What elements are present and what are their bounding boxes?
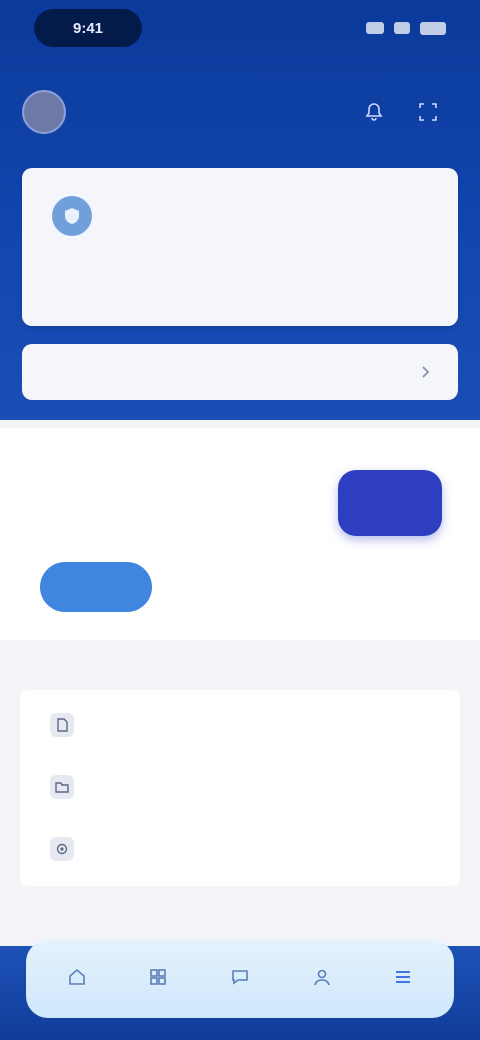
home-icon — [65, 965, 89, 989]
list-item[interactable] — [20, 818, 460, 880]
search-bar[interactable] — [22, 344, 458, 400]
scan-icon[interactable] — [416, 100, 440, 124]
avatar[interactable] — [22, 90, 66, 134]
list-item[interactable] — [20, 756, 460, 818]
status-time: 9:41 — [34, 9, 142, 47]
promo-cta-button[interactable] — [40, 562, 152, 612]
chat-icon — [228, 965, 252, 989]
shield-icon — [52, 196, 92, 236]
header-actions — [362, 100, 440, 124]
chevron-right-icon — [414, 361, 436, 383]
promo-banner — [0, 428, 480, 640]
menu-icon — [391, 965, 415, 989]
account-card[interactable] — [22, 168, 458, 326]
folder-icon — [50, 775, 74, 799]
shortcut-list — [20, 690, 460, 886]
list-item[interactable] — [20, 694, 460, 756]
tab-menu[interactable] — [373, 949, 433, 1009]
status-bar: 9:41 — [0, 0, 480, 56]
grid-icon — [146, 965, 170, 989]
notification-bell-icon[interactable] — [362, 100, 386, 124]
user-icon — [310, 965, 334, 989]
profile-header — [22, 84, 458, 140]
tab-chat[interactable] — [210, 949, 270, 1009]
bottom-tab-bar — [26, 940, 454, 1018]
tab-grid[interactable] — [128, 949, 188, 1009]
signal-icon — [366, 22, 384, 34]
battery-icon — [420, 21, 446, 35]
document-icon — [50, 713, 74, 737]
tab-home[interactable] — [47, 949, 107, 1009]
tab-user[interactable] — [292, 949, 352, 1009]
settings-icon — [50, 837, 74, 861]
wifi-icon — [394, 22, 410, 34]
status-icons — [366, 21, 446, 35]
promo-illustration — [338, 470, 442, 536]
